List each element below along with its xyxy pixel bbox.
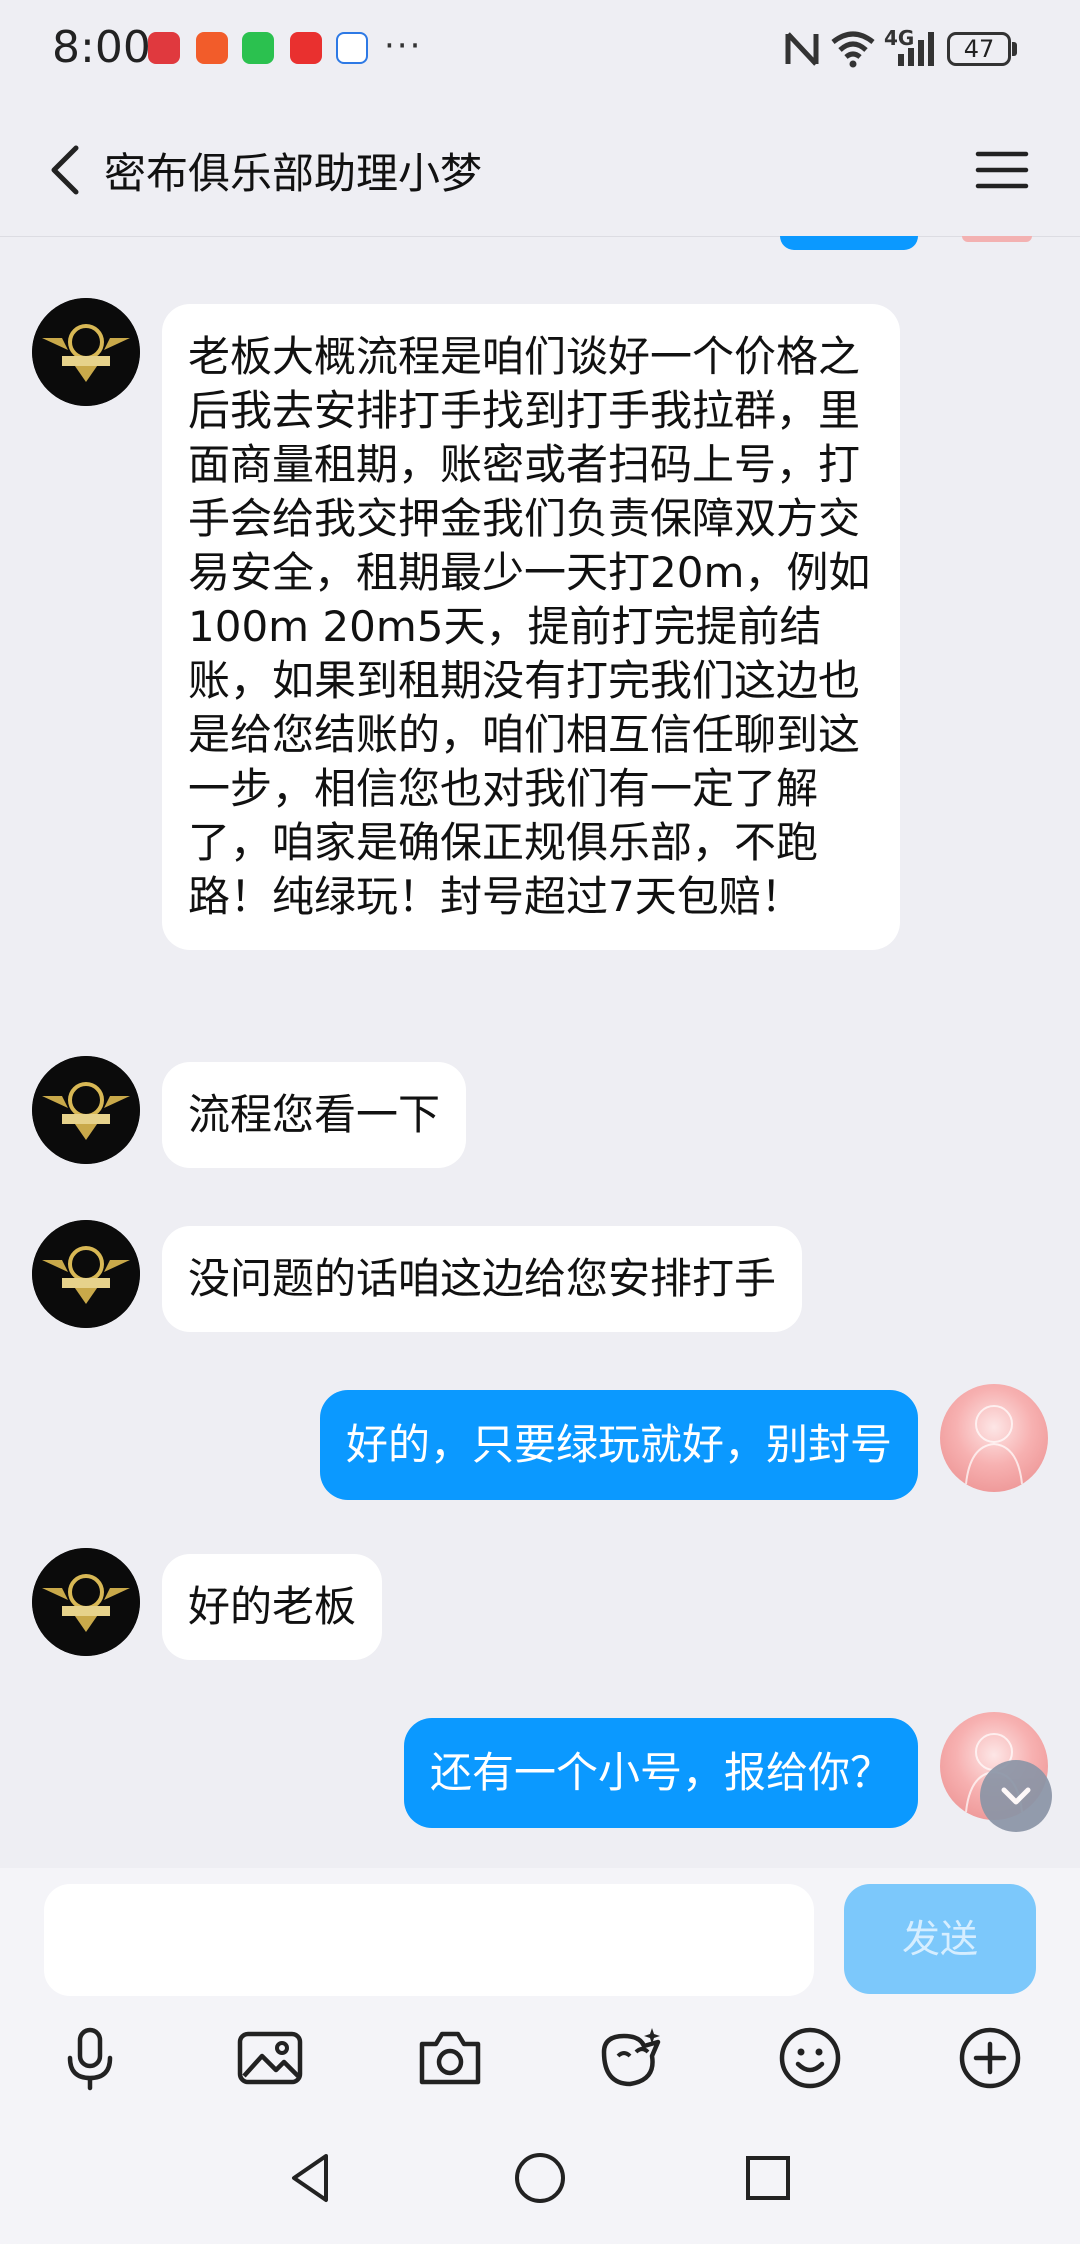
menu-icon[interactable]: [972, 140, 1032, 200]
bot-avatar[interactable]: [32, 298, 140, 406]
message-bubble-incoming: 流程您看一下: [162, 1062, 467, 1168]
send-button[interactable]: 发送: [844, 1884, 1036, 1994]
bot-avatar[interactable]: [32, 1220, 140, 1328]
nav-home-icon[interactable]: [510, 2148, 570, 2208]
battery-level: 47: [947, 32, 1011, 66]
chevron-down-icon: [1001, 1787, 1031, 1805]
message-bubble-outgoing: 好的，只要绿玩就好，别封号: [319, 1390, 918, 1500]
previous-avatar: [962, 236, 1032, 242]
bot-avatar[interactable]: [32, 1548, 140, 1656]
emoji-icon[interactable]: [774, 2022, 846, 2094]
sticker-icon[interactable]: [594, 2022, 666, 2094]
message-input[interactable]: [44, 1884, 814, 1996]
more-notifications-icon: ···: [384, 26, 423, 66]
image-icon[interactable]: [234, 2022, 306, 2094]
camera-icon[interactable]: [414, 2022, 486, 2094]
nav-back-icon[interactable]: [282, 2148, 342, 2208]
wifi-icon: [831, 31, 875, 68]
page-title: 密布俱乐部助理小梦: [104, 149, 483, 198]
previous-message-bubble: [780, 236, 918, 250]
scroll-to-bottom-button[interactable]: [980, 1760, 1052, 1832]
bot-avatar[interactable]: [32, 1056, 140, 1164]
video-app-icon: [290, 32, 322, 64]
wechat-icon: [242, 32, 274, 64]
recruit-app-icon: [336, 32, 368, 64]
message-bubble-incoming: 没问题的话咱这边给您安排打手: [162, 1226, 803, 1332]
user-avatar[interactable]: [940, 1384, 1048, 1492]
nav-recents-icon[interactable]: [738, 2148, 798, 2208]
notification-app-icon: [196, 32, 228, 64]
back-icon[interactable]: [36, 138, 100, 202]
message-bubble-incoming: 老板大概流程是咱们谈好一个价格之后我去安排打手找到打手我拉群，里面商量租期，账密…: [162, 304, 900, 950]
signal-icon: [898, 32, 934, 66]
plus-icon[interactable]: [954, 2022, 1026, 2094]
nfc-icon: [785, 32, 819, 66]
battery-icon: [1012, 42, 1017, 56]
mic-icon[interactable]: [54, 2022, 126, 2094]
message-bubble-outgoing: 还有一个小号，报给你？: [403, 1718, 918, 1828]
message-bubble-incoming: 好的老板: [162, 1554, 383, 1660]
status-time: 8:00: [52, 22, 151, 73]
huawei-app-icon: [148, 32, 180, 64]
